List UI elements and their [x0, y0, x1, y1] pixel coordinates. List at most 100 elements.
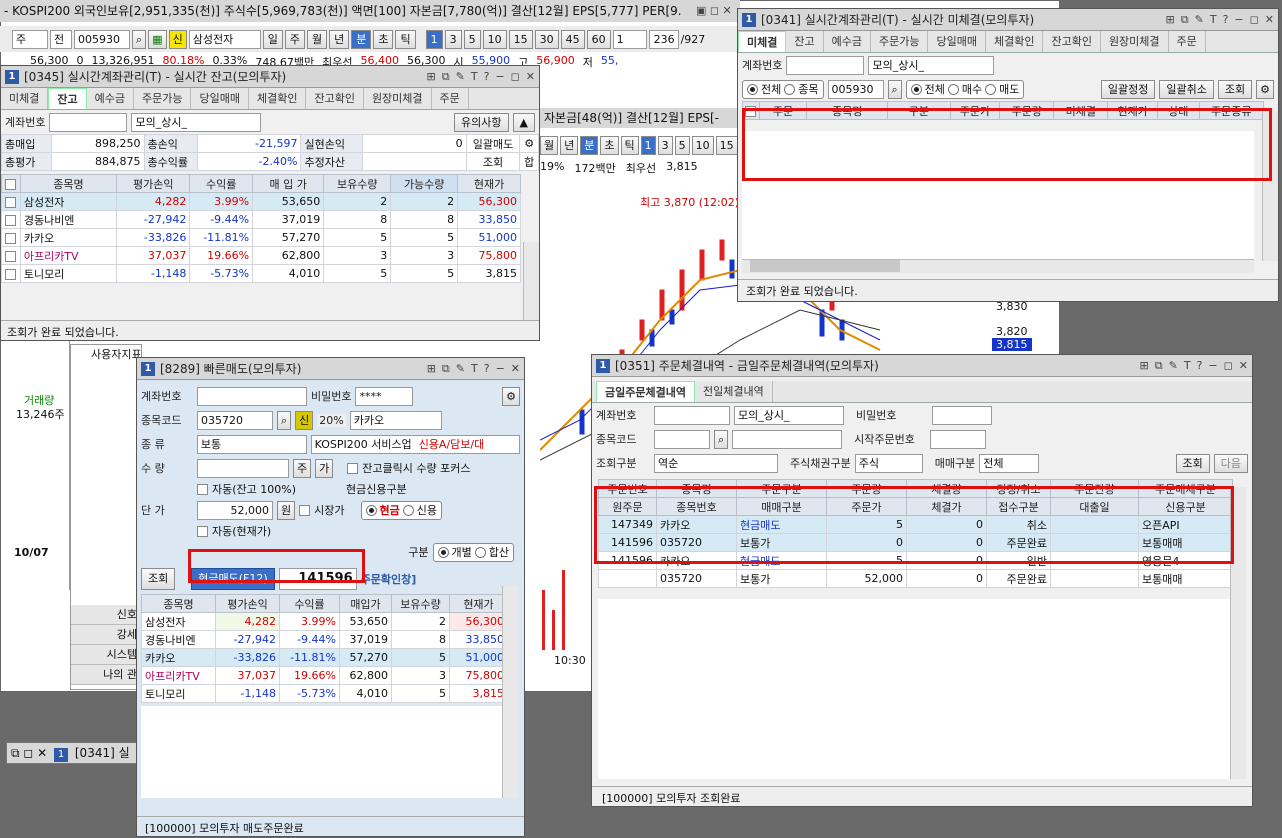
- copy-icon[interactable]: ⧉: [1181, 13, 1189, 27]
- search-icon[interactable]: ⌕: [887, 79, 902, 99]
- window-0341-titlebar[interactable]: 1 [0341] 실시간계좌관리(T) - 실시간 미체결(모의투자) ⊞ ⧉ ✎ T…: [738, 9, 1278, 31]
- settings-icon[interactable]: ⚙: [1256, 79, 1274, 99]
- row-checkbox[interactable]: [5, 196, 17, 208]
- radio-sum[interactable]: [474, 546, 486, 558]
- mid-period-month[interactable]: 월: [540, 136, 559, 155]
- side-menu-item-system[interactable]: 시스템: [71, 645, 141, 665]
- maximize-icon[interactable]: ◻: [511, 70, 520, 84]
- tab-fill-confirm[interactable]: 체결확인: [249, 88, 307, 109]
- radio-stock[interactable]: [784, 83, 796, 95]
- period-year[interactable]: 년: [329, 29, 350, 49]
- trade-type-select[interactable]: 전체: [979, 453, 1040, 473]
- password-field[interactable]: [932, 405, 992, 425]
- tab-orderable[interactable]: 주문가능: [871, 31, 929, 52]
- query-button[interactable]: 조회: [141, 568, 176, 590]
- user-indicator-title[interactable]: 사용자지표: [91, 346, 142, 362]
- lock-icon[interactable]: ⊞: [1140, 359, 1149, 373]
- pin-icon[interactable]: ✎: [456, 362, 465, 376]
- table-row[interactable]: 토니모리 -1,148 -5.73% 4,010 5 3,815: [141, 684, 508, 703]
- stock-code-input[interactable]: 005930: [827, 79, 884, 99]
- maximize-icon[interactable]: ◻: [1224, 359, 1233, 373]
- minimize-icon[interactable]: −: [495, 70, 504, 84]
- lock-icon[interactable]: ⊞: [427, 70, 436, 84]
- tab-orderable[interactable]: 주문가능: [134, 88, 192, 109]
- period-month[interactable]: 월: [306, 29, 328, 49]
- table-row[interactable]: 035720 보통가 52,000 0 주문완료 보통매매: [598, 569, 1233, 588]
- grid-icon[interactable]: ▦: [148, 29, 167, 49]
- table-row[interactable]: 경동나비엔 -27,942 -9.44% 37,019 8 33,850: [141, 630, 508, 649]
- period-tick[interactable]: 틱: [395, 29, 416, 49]
- lock-icon[interactable]: ⊞: [1166, 13, 1175, 27]
- taskbar-item[interactable]: ⧉ ◻ ✕ 1 [0341] 실: [6, 742, 140, 764]
- radio-sell[interactable]: [985, 83, 997, 95]
- table-row[interactable]: 아프리카TV 37,037 19.66% 62,800 3 3 75,800: [1, 246, 521, 265]
- auto-qty-checkbox[interactable]: [197, 483, 208, 495]
- minute-45[interactable]: 45: [560, 29, 585, 49]
- pin-icon[interactable]: ✎: [456, 70, 465, 84]
- radio-cash[interactable]: [365, 504, 377, 516]
- copy-icon[interactable]: ⧉: [1155, 359, 1163, 373]
- window-0341-hscroll[interactable]: [742, 259, 1254, 273]
- side-menu-item-strong[interactable]: 강세: [71, 625, 141, 645]
- stock-code-input[interactable]: 035720: [197, 410, 273, 430]
- qty-amount-button[interactable]: 가: [315, 458, 334, 478]
- tab-order[interactable]: 주문: [1169, 31, 1206, 52]
- mid-minute-1[interactable]: 1: [640, 136, 656, 155]
- query-button[interactable]: 조회: [1217, 79, 1253, 99]
- stock-code-input[interactable]: [654, 429, 710, 449]
- search-icon[interactable]: ⌕: [714, 429, 729, 449]
- search-icon[interactable]: ⌕: [277, 410, 292, 430]
- minimize-icon[interactable]: −: [1234, 13, 1243, 27]
- bond-type-select[interactable]: 주식: [854, 453, 923, 473]
- bulk-modify-button[interactable]: 일괄정정: [1100, 79, 1156, 99]
- tab-deposit[interactable]: 예수금: [87, 88, 134, 109]
- close-icon[interactable]: ✕: [526, 70, 535, 84]
- tab-today-trade[interactable]: 당일매매: [928, 31, 986, 52]
- mid-minute-15[interactable]: 15: [715, 136, 738, 155]
- minimize-icon[interactable]: −: [1208, 359, 1217, 373]
- help-icon[interactable]: ?: [1223, 13, 1229, 27]
- tab-ledger-unfilled[interactable]: 원장미체결: [364, 88, 432, 109]
- taskbar-controls-icon[interactable]: ⧉ ◻ ✕: [11, 746, 47, 760]
- radio-individual[interactable]: [437, 546, 449, 558]
- query-button[interactable]: 조회: [1175, 453, 1210, 473]
- won-button[interactable]: 원: [277, 500, 296, 520]
- bulk-cancel-button[interactable]: 일괄취소: [1159, 79, 1214, 99]
- mid-minute-10[interactable]: 10: [691, 136, 714, 155]
- close-icon[interactable]: ✕: [511, 362, 520, 376]
- query-type-select[interactable]: 역순: [654, 453, 778, 473]
- chart-mode-select[interactable]: 주: [12, 29, 48, 49]
- select-all-checkbox[interactable]: [1, 174, 21, 193]
- tab-ledger-unfilled[interactable]: 원장미체결: [1101, 31, 1169, 52]
- tab-prev-fills[interactable]: 전일체결내역: [695, 381, 773, 402]
- account-select[interactable]: [197, 386, 307, 406]
- window-0345-titlebar[interactable]: 1 [0345] 실시간계좌관리(T) - 실시간 잔고(모의투자) ⊞ ⧉ ✎ T?…: [1, 66, 539, 88]
- table-row[interactable]: 카카오 -33,826 -11.81% 57,270 5 5 51,000: [1, 228, 521, 247]
- row-checkbox[interactable]: [5, 250, 17, 262]
- bulk-sell-button[interactable]: 일괄매도: [465, 134, 521, 153]
- auto-price-checkbox[interactable]: [197, 525, 208, 537]
- table-row[interactable]: 삼성전자 4,282 3.99% 53,650 2 2 56,300: [1, 192, 521, 211]
- close-icon[interactable]: ✕: [1239, 359, 1248, 373]
- chart-count-select[interactable]: 1: [612, 29, 647, 49]
- tab-fill-confirm[interactable]: 체결확인: [986, 31, 1044, 52]
- order-kind-select[interactable]: 보통: [196, 434, 307, 454]
- period-second[interactable]: 초: [373, 29, 394, 49]
- tab-unfilled[interactable]: 미체결: [1, 88, 49, 109]
- tab-balance[interactable]: 잔고: [786, 31, 824, 52]
- copy-icon[interactable]: ⧉: [442, 70, 450, 84]
- col-buy-price[interactable]: 매 입 가: [252, 174, 325, 193]
- window-8289-titlebar[interactable]: 1 [8289] 빠른매도(모의투자) ⊞ ⧉ ✎ T? − ✕: [137, 358, 524, 380]
- table-row[interactable]: 삼성전자 4,282 3.99% 53,650 2 56,300: [141, 612, 508, 631]
- tab-order[interactable]: 주문: [432, 88, 469, 109]
- mid-period-minute[interactable]: 분: [580, 136, 599, 155]
- balance-click-checkbox[interactable]: [347, 462, 359, 474]
- period-week[interactable]: 주: [284, 29, 305, 49]
- qty-shares-button[interactable]: 주: [293, 458, 312, 478]
- market-price-checkbox[interactable]: [299, 504, 311, 516]
- period-day[interactable]: 일: [262, 29, 283, 49]
- table-row[interactable]: 경동나비엔 -27,942 -9.44% 37,019 8 8 33,850: [1, 210, 521, 229]
- copy-icon[interactable]: ⧉: [442, 362, 450, 376]
- minute-30[interactable]: 30: [534, 29, 559, 49]
- chart-page-input[interactable]: 236: [648, 29, 679, 49]
